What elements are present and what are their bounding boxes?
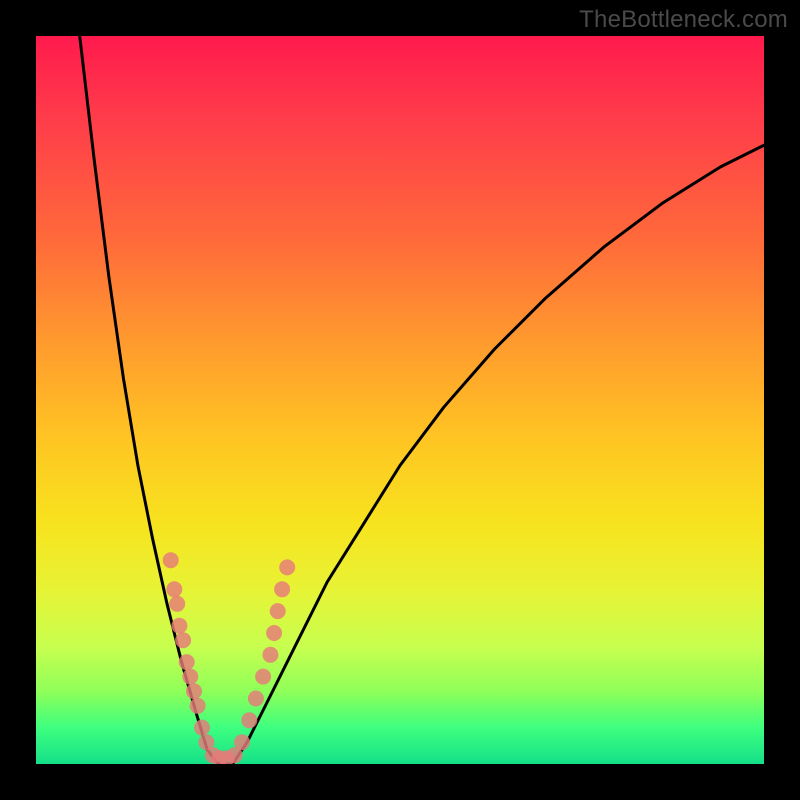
marker-dot [255,669,271,685]
curve-path [80,36,764,764]
marker-dot [175,632,191,648]
marker-dot [234,734,250,750]
chart-svg [36,36,764,764]
marker-dot [190,698,206,714]
marker-dot [194,720,210,736]
plot-area [36,36,764,764]
marker-dot [248,691,264,707]
marker-dot [166,581,182,597]
marker-dot [274,581,290,597]
marker-dot [169,596,185,612]
marker-dot [182,669,198,685]
highlight-markers [163,552,296,764]
marker-dot [179,654,195,670]
marker-dot [279,559,295,575]
marker-dot [241,712,257,728]
marker-dot [270,603,286,619]
marker-dot [262,647,278,663]
marker-dot [171,618,187,634]
watermark-text: TheBottleneck.com [579,6,788,34]
marker-dot [186,683,202,699]
marker-dot [266,625,282,641]
bottleneck-curve [80,36,764,764]
marker-dot [163,552,179,568]
chart-frame: TheBottleneck.com [0,0,800,800]
